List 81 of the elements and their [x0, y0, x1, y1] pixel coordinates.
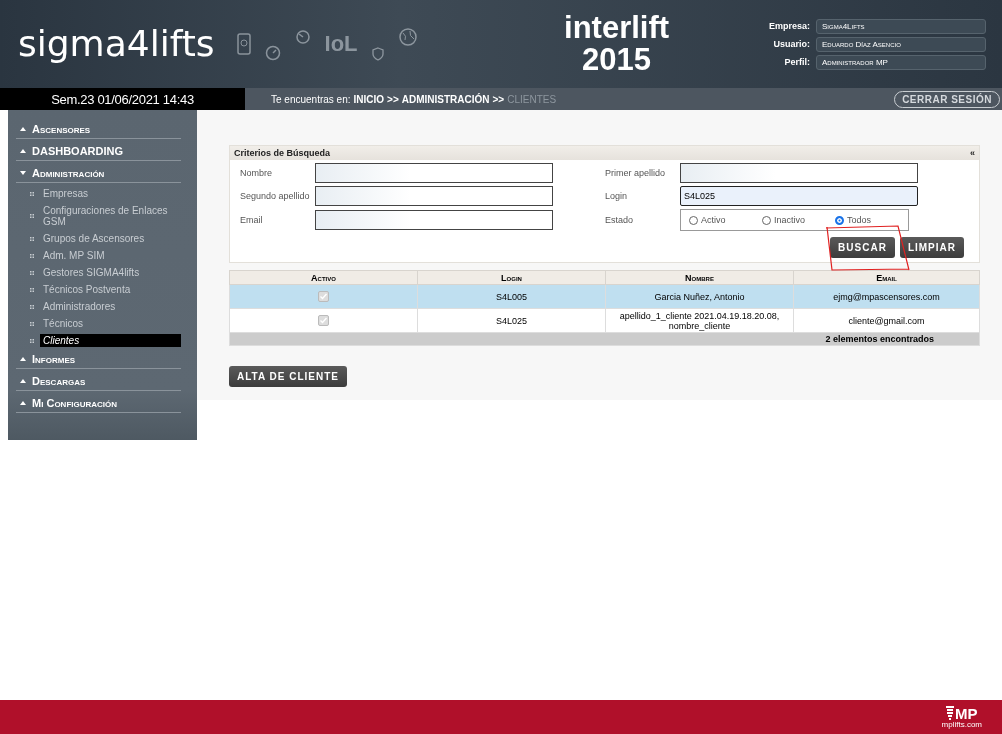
- table-cell: apellido_1_cliente 2021.04.19.18.20.08, nombre_cliente: [605, 308, 794, 333]
- column-header: Email: [793, 270, 980, 285]
- radio-button[interactable]: [762, 215, 771, 225]
- bullet-icon: [30, 287, 34, 292]
- bullet-icon: [30, 191, 34, 196]
- profile-value: Administrador MP: [816, 54, 986, 70]
- bullet-icon: [30, 321, 34, 326]
- spring-icon: [946, 706, 954, 720]
- sidebar-section[interactable]: Mi Configuración: [16, 393, 181, 413]
- text-field[interactable]: S4L025: [680, 186, 918, 206]
- panel-title: Criterios de Búsqueda: [234, 148, 331, 158]
- breadcrumb-separator: >>: [387, 93, 399, 105]
- table-cell: S4L005: [417, 284, 606, 309]
- sidebar-section[interactable]: DASHBOARDING: [16, 141, 181, 161]
- table-cell: S4L025: [417, 308, 606, 333]
- sidebar-item[interactable]: Configuraciones de Enlaces GSM: [40, 204, 181, 228]
- radio-button[interactable]: [835, 215, 844, 225]
- speedometer-icon: [294, 29, 311, 45]
- breadcrumb-link[interactable]: INICIO: [353, 93, 385, 105]
- action-button[interactable]: BUSCAR: [830, 237, 895, 258]
- sidebar-item[interactable]: Técnicos Postventa: [40, 283, 134, 296]
- radio-label: Activo: [701, 215, 726, 225]
- breadcrumb-current: CLIENTES: [507, 93, 557, 105]
- profile-label: Usuario:: [772, 39, 810, 49]
- sidebar-section[interactable]: Descargas: [16, 371, 181, 391]
- column-header: Login: [417, 270, 606, 285]
- breadcrumb-link[interactable]: ADMINISTRACIÓN: [401, 93, 490, 105]
- text-field[interactable]: [315, 210, 553, 230]
- text-field[interactable]: [315, 186, 553, 206]
- sidebar-section[interactable]: Ascensores: [16, 119, 181, 139]
- field-label: Email: [240, 215, 264, 225]
- bullet-icon: [30, 304, 34, 309]
- text-field[interactable]: [315, 163, 553, 183]
- radio-label: Todos: [847, 215, 872, 225]
- text-field[interactable]: [680, 163, 918, 183]
- iol-label: IoL: [324, 31, 358, 57]
- table-cell: Garcia Nuñez, Antonio: [605, 284, 794, 309]
- collapse-toggle[interactable]: «: [970, 148, 975, 158]
- table-cell: cliente@gmail.com: [793, 308, 980, 333]
- column-header: Activo: [229, 270, 418, 285]
- sidebar-section[interactable]: Informes: [16, 349, 181, 369]
- phone-icon: [236, 33, 251, 55]
- radio-label: Inactivo: [774, 215, 806, 225]
- breadcrumb-prefix: Te encuentras en:: [271, 93, 351, 105]
- sidebar-item[interactable]: Administradores: [40, 300, 119, 313]
- sidebar-item[interactable]: Gestores SIGMA4lifts: [40, 266, 143, 279]
- logout-button[interactable]: CERRAR SESIÓN: [894, 90, 1000, 108]
- brand-logo: MP: [955, 705, 978, 721]
- bullet-icon: [30, 214, 34, 218]
- website-link[interactable]: mplifts.com: [941, 720, 982, 729]
- app-logo: sigma4lifts: [18, 22, 215, 66]
- field-label: Estado: [605, 215, 635, 225]
- week-datetime: Sem.23 01/06/2021 14:43: [0, 88, 245, 110]
- bullet-icon: [30, 270, 34, 275]
- sidebar-item[interactable]: Clientes: [40, 334, 181, 347]
- sidebar-item[interactable]: Técnicos: [40, 317, 86, 330]
- table-cell: ejmg@mpascensores.com: [793, 284, 980, 309]
- sidebar-section[interactable]: Administración: [16, 163, 181, 183]
- profile-label: Empresa:: [768, 21, 810, 31]
- sidebar-item[interactable]: Adm. MP SIM: [40, 249, 108, 262]
- add-client-button[interactable]: ALTA DE CLIENTE: [229, 366, 348, 387]
- field-label: Primer apellido: [605, 168, 667, 178]
- action-button[interactable]: LIMPIAR: [899, 237, 964, 258]
- profile-label: Perfil:: [783, 57, 810, 67]
- sidebar-item[interactable]: Empresas: [40, 187, 91, 200]
- bullet-icon: [30, 236, 34, 241]
- profile-value: Sigma4Lifts: [816, 18, 986, 34]
- breadcrumb-separator: >>: [492, 93, 505, 105]
- sidebar-item[interactable]: Grupos de Ascensores: [40, 232, 148, 245]
- profile-value: Eduardo Díaz Asencio: [816, 36, 986, 52]
- bullet-icon: [30, 253, 34, 258]
- gauge-icon: [264, 45, 281, 61]
- event-year: 2015: [581, 44, 653, 76]
- shield-icon: [371, 47, 384, 61]
- field-label: Login: [605, 191, 629, 201]
- column-header: Nombre: [605, 270, 794, 285]
- field-label: Nombre: [240, 168, 273, 178]
- event-name: interlift: [563, 12, 671, 44]
- field-label: Segundo apellido: [240, 191, 311, 201]
- bullet-icon: [30, 338, 34, 343]
- radio-button[interactable]: [689, 215, 698, 225]
